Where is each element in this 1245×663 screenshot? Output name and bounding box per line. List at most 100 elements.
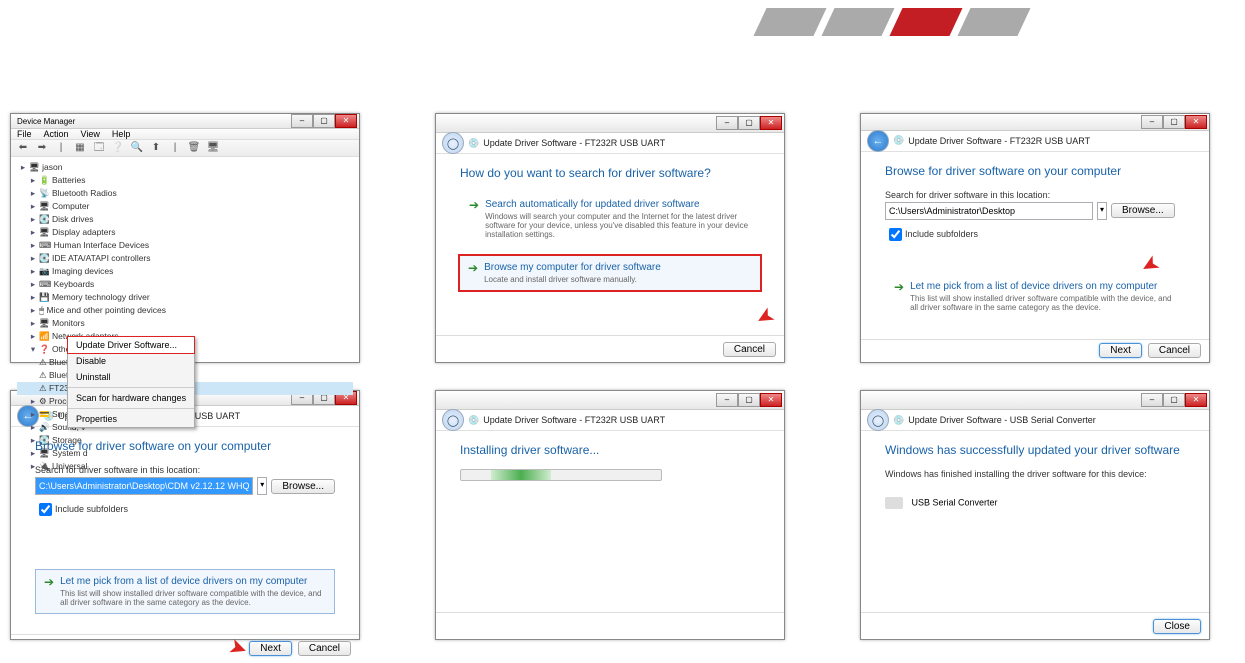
next-button[interactable]: Next bbox=[1099, 343, 1142, 358]
update-icon[interactable]: ⬆ bbox=[148, 140, 164, 156]
menubar: File Action View Help bbox=[11, 129, 359, 140]
include-subfolders[interactable]: Include subfolders bbox=[885, 225, 1185, 244]
cancel-button[interactable]: Cancel bbox=[298, 641, 351, 656]
refresh-icon[interactable]: 🗔 bbox=[91, 140, 107, 156]
help-icon[interactable]: ❔ bbox=[110, 140, 126, 156]
browse-button[interactable]: Browse... bbox=[1111, 203, 1175, 218]
maximize-icon[interactable]: ▢ bbox=[738, 393, 760, 407]
computer-icon[interactable]: 🖥 bbox=[205, 140, 221, 156]
close-icon[interactable]: ✕ bbox=[1185, 115, 1207, 129]
fwd-icon[interactable]: ➡ bbox=[34, 140, 50, 156]
heading: Browse for driver software on your compu… bbox=[885, 164, 1185, 178]
maximize-icon[interactable]: ▢ bbox=[738, 116, 760, 130]
maximize-icon[interactable]: ▢ bbox=[1163, 115, 1185, 129]
ctx-scan[interactable]: Scan for hardware changes bbox=[68, 390, 194, 406]
back-icon: ◯ bbox=[867, 409, 889, 431]
window-controls: – ▢ ✕ bbox=[291, 114, 357, 128]
next-button[interactable]: Next bbox=[249, 641, 292, 656]
close-icon[interactable]: ✕ bbox=[760, 393, 782, 407]
sep: | bbox=[167, 140, 183, 156]
wizard-success-window: –▢✕ ◯ 💿 Update Driver Software - USB Ser… bbox=[860, 390, 1210, 640]
back-icon[interactable]: ◯ bbox=[442, 132, 464, 154]
wizard-installing-window: –▢✕ ◯ 💿 Update Driver Software - FT232R … bbox=[435, 390, 785, 640]
device-name: USB Serial Converter bbox=[912, 497, 998, 507]
path-input[interactable] bbox=[885, 202, 1093, 220]
context-menu: Update Driver Software... Disable Uninst… bbox=[67, 336, 195, 428]
titlebar: –▢✕ bbox=[436, 114, 784, 133]
titlebar-title: Device Manager bbox=[13, 117, 291, 126]
disk-icon: 💿 bbox=[468, 415, 479, 426]
heading: Browse for driver software on your compu… bbox=[35, 439, 335, 453]
cancel-button[interactable]: Cancel bbox=[1148, 343, 1201, 358]
crumb-title: Update Driver Software - FT232R USB UART bbox=[908, 136, 1090, 146]
red-arrow-annotation: ➤ bbox=[750, 301, 779, 333]
screenshots-grid: Device Manager – ▢ ✕ File Action View He… bbox=[10, 113, 1210, 640]
close-icon[interactable]: ✕ bbox=[760, 116, 782, 130]
include-subfolders[interactable]: Include subfolders bbox=[35, 500, 335, 519]
breadcrumb: ◯ 💿 Update Driver Software - FT232R USB … bbox=[436, 410, 784, 431]
arrow-icon: ➔ bbox=[894, 281, 904, 312]
menu-action[interactable]: Action bbox=[44, 129, 69, 139]
back-icon[interactable]: ⬅ bbox=[15, 140, 31, 156]
ctx-properties[interactable]: Properties bbox=[68, 411, 194, 427]
progress-bar bbox=[460, 469, 662, 481]
disk-icon: 💿 bbox=[468, 138, 479, 149]
arrow-icon: ➔ bbox=[468, 262, 478, 284]
browse-button[interactable]: Browse... bbox=[271, 479, 335, 494]
minimize-icon[interactable]: – bbox=[716, 116, 738, 130]
ctx-disable[interactable]: Disable bbox=[68, 353, 194, 369]
minimize-icon[interactable]: – bbox=[291, 114, 313, 128]
red-arrow-annotation: ➤ bbox=[225, 633, 251, 663]
sep: | bbox=[53, 140, 69, 156]
titlebar: –▢✕ bbox=[436, 391, 784, 410]
footer: Next Cancel bbox=[861, 339, 1209, 362]
sub-label: Windows has finished installing the driv… bbox=[885, 469, 1185, 479]
minimize-icon[interactable]: – bbox=[1141, 393, 1163, 407]
wizard-browse-window: –▢✕ ← 💿 Update Driver Software - FT232R … bbox=[860, 113, 1210, 363]
dropdown-icon[interactable]: ▾ bbox=[1097, 202, 1107, 220]
header-parallelograms bbox=[760, 8, 1032, 38]
device-icon bbox=[885, 497, 903, 509]
footer: Cancel bbox=[436, 335, 784, 362]
crumb-title: Update Driver Software - FT232R USB UART bbox=[483, 415, 665, 425]
breadcrumb: ◯ 💿 Update Driver Software - USB Serial … bbox=[861, 410, 1209, 431]
scan-icon[interactable]: 🔍 bbox=[129, 140, 145, 156]
menu-file[interactable]: File bbox=[17, 129, 32, 139]
back-icon: ◯ bbox=[442, 409, 464, 431]
footer: Close bbox=[861, 612, 1209, 639]
menu-view[interactable]: View bbox=[81, 129, 100, 139]
toolbar: ⬅ ➡ | ▦ 🗔 ❔ 🔍 ⬆ | 🗑 🖥 bbox=[11, 140, 359, 157]
device-row: USB Serial Converter bbox=[885, 497, 1185, 509]
option-pick-list[interactable]: ➔ Let me pick from a list of device driv… bbox=[885, 274, 1185, 319]
maximize-icon[interactable]: ▢ bbox=[313, 114, 335, 128]
ctx-uninstall[interactable]: Uninstall bbox=[68, 369, 194, 385]
wizard-search-window: –▢✕ ◯ 💿 Update Driver Software - FT232R … bbox=[435, 113, 785, 363]
path-input[interactable] bbox=[35, 477, 253, 495]
breadcrumb: ← 💿 Update Driver Software - FT232R USB … bbox=[861, 131, 1209, 152]
option-browse[interactable]: ➔ Browse my computer for driver software… bbox=[458, 254, 762, 292]
option-pick-list[interactable]: ➔ Let me pick from a list of device driv… bbox=[35, 569, 335, 614]
disk-icon: 💿 bbox=[893, 135, 904, 146]
uninstall-icon[interactable]: 🗑 bbox=[186, 140, 202, 156]
arrow-icon: ➔ bbox=[469, 199, 479, 239]
maximize-icon[interactable]: ▢ bbox=[1163, 393, 1185, 407]
titlebar: Device Manager – ▢ ✕ bbox=[11, 114, 359, 129]
search-label: Search for driver software in this locat… bbox=[885, 190, 1185, 200]
minimize-icon[interactable]: – bbox=[1141, 115, 1163, 129]
menu-help[interactable]: Help bbox=[112, 129, 131, 139]
close-icon[interactable]: ✕ bbox=[335, 114, 357, 128]
cancel-button[interactable]: Cancel bbox=[723, 342, 776, 357]
props-icon[interactable]: ▦ bbox=[72, 140, 88, 156]
heading: Windows has successfully updated your dr… bbox=[885, 443, 1185, 457]
crumb-title: Update Driver Software - FT232R USB UART bbox=[483, 138, 665, 148]
option-search-auto[interactable]: ➔ Search automatically for updated drive… bbox=[460, 192, 760, 246]
close-icon[interactable]: ✕ bbox=[1185, 393, 1207, 407]
ctx-update-driver[interactable]: Update Driver Software... bbox=[67, 336, 195, 354]
device-manager-window: Device Manager – ▢ ✕ File Action View He… bbox=[10, 113, 360, 363]
close-button[interactable]: Close bbox=[1153, 619, 1201, 634]
heading: How do you want to search for driver sof… bbox=[460, 166, 760, 180]
back-icon[interactable]: ← bbox=[867, 130, 889, 152]
heading: Installing driver software... bbox=[460, 443, 760, 457]
dropdown-icon[interactable]: ▾ bbox=[257, 477, 267, 495]
minimize-icon[interactable]: – bbox=[716, 393, 738, 407]
